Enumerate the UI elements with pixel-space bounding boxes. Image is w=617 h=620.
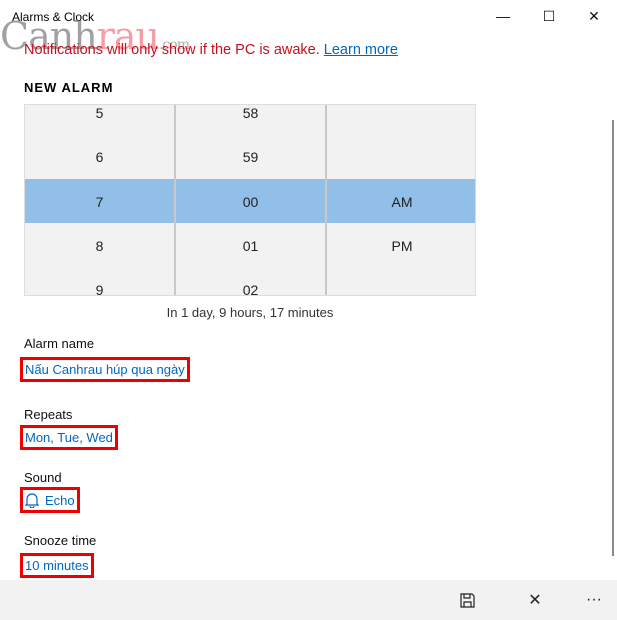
snooze-selector[interactable]: 10 minutes (20, 553, 94, 578)
minute-column[interactable]: 58 59 00 01 02 (176, 105, 327, 295)
alarm-name-value: Nấu Canhrau húp qua ngày (25, 362, 185, 377)
hour-option[interactable]: 6 (25, 149, 174, 165)
repeats-label: Repeats (24, 407, 73, 422)
discard-button[interactable]: ✕ (512, 580, 558, 620)
time-picker[interactable]: 5 6 7 8 9 58 59 00 01 02 AM PM (24, 104, 476, 296)
notice-text: Notifications will only show if the PC i… (24, 42, 324, 58)
repeats-value: Mon, Tue, Wed (25, 430, 113, 445)
alarm-name-label: Alarm name (24, 336, 95, 351)
learn-more-link[interactable]: Learn more (324, 42, 398, 58)
maximize-button[interactable]: ☐ (526, 0, 572, 32)
save-icon (459, 592, 475, 608)
page-title: NEW ALARM (24, 80, 114, 95)
minute-option[interactable]: 01 (176, 238, 325, 254)
awake-notice: Notifications will only show if the PC i… (24, 42, 398, 58)
close-window-button[interactable]: ✕ (571, 0, 617, 32)
hour-column[interactable]: 5 6 7 8 9 (25, 105, 176, 295)
sound-label: Sound (24, 470, 62, 485)
minute-option[interactable]: 00 (176, 194, 325, 210)
window-title: Alarms & Clock (12, 10, 95, 24)
more-button[interactable]: ··· (571, 580, 617, 620)
period-option[interactable]: AM (327, 194, 475, 210)
close-icon: ✕ (528, 592, 542, 609)
sound-value: Echo (45, 492, 75, 508)
sound-selector[interactable]: Echo (20, 487, 80, 513)
period-option[interactable]: PM (327, 238, 475, 254)
more-icon: ··· (586, 591, 602, 608)
time-until-alarm: In 1 day, 9 hours, 17 minutes (166, 305, 334, 320)
alarm-name-input[interactable]: Nấu Canhrau húp qua ngày (20, 357, 190, 382)
minute-option[interactable]: 59 (176, 149, 325, 165)
period-column[interactable]: AM PM (327, 105, 475, 295)
scrollbar[interactable] (612, 120, 614, 556)
hour-option[interactable]: 5 (25, 105, 174, 121)
minimize-button[interactable]: — (480, 0, 526, 32)
minute-option[interactable]: 02 (176, 282, 325, 295)
hour-option[interactable]: 8 (25, 238, 174, 254)
bell-icon (25, 493, 39, 508)
snooze-value: 10 minutes (25, 558, 89, 573)
hour-option[interactable]: 7 (25, 194, 174, 210)
hour-option[interactable]: 9 (25, 282, 174, 295)
repeats-selector[interactable]: Mon, Tue, Wed (20, 425, 118, 450)
snooze-label: Snooze time (24, 533, 97, 548)
minute-option[interactable]: 58 (176, 105, 325, 121)
save-button[interactable] (444, 580, 490, 620)
